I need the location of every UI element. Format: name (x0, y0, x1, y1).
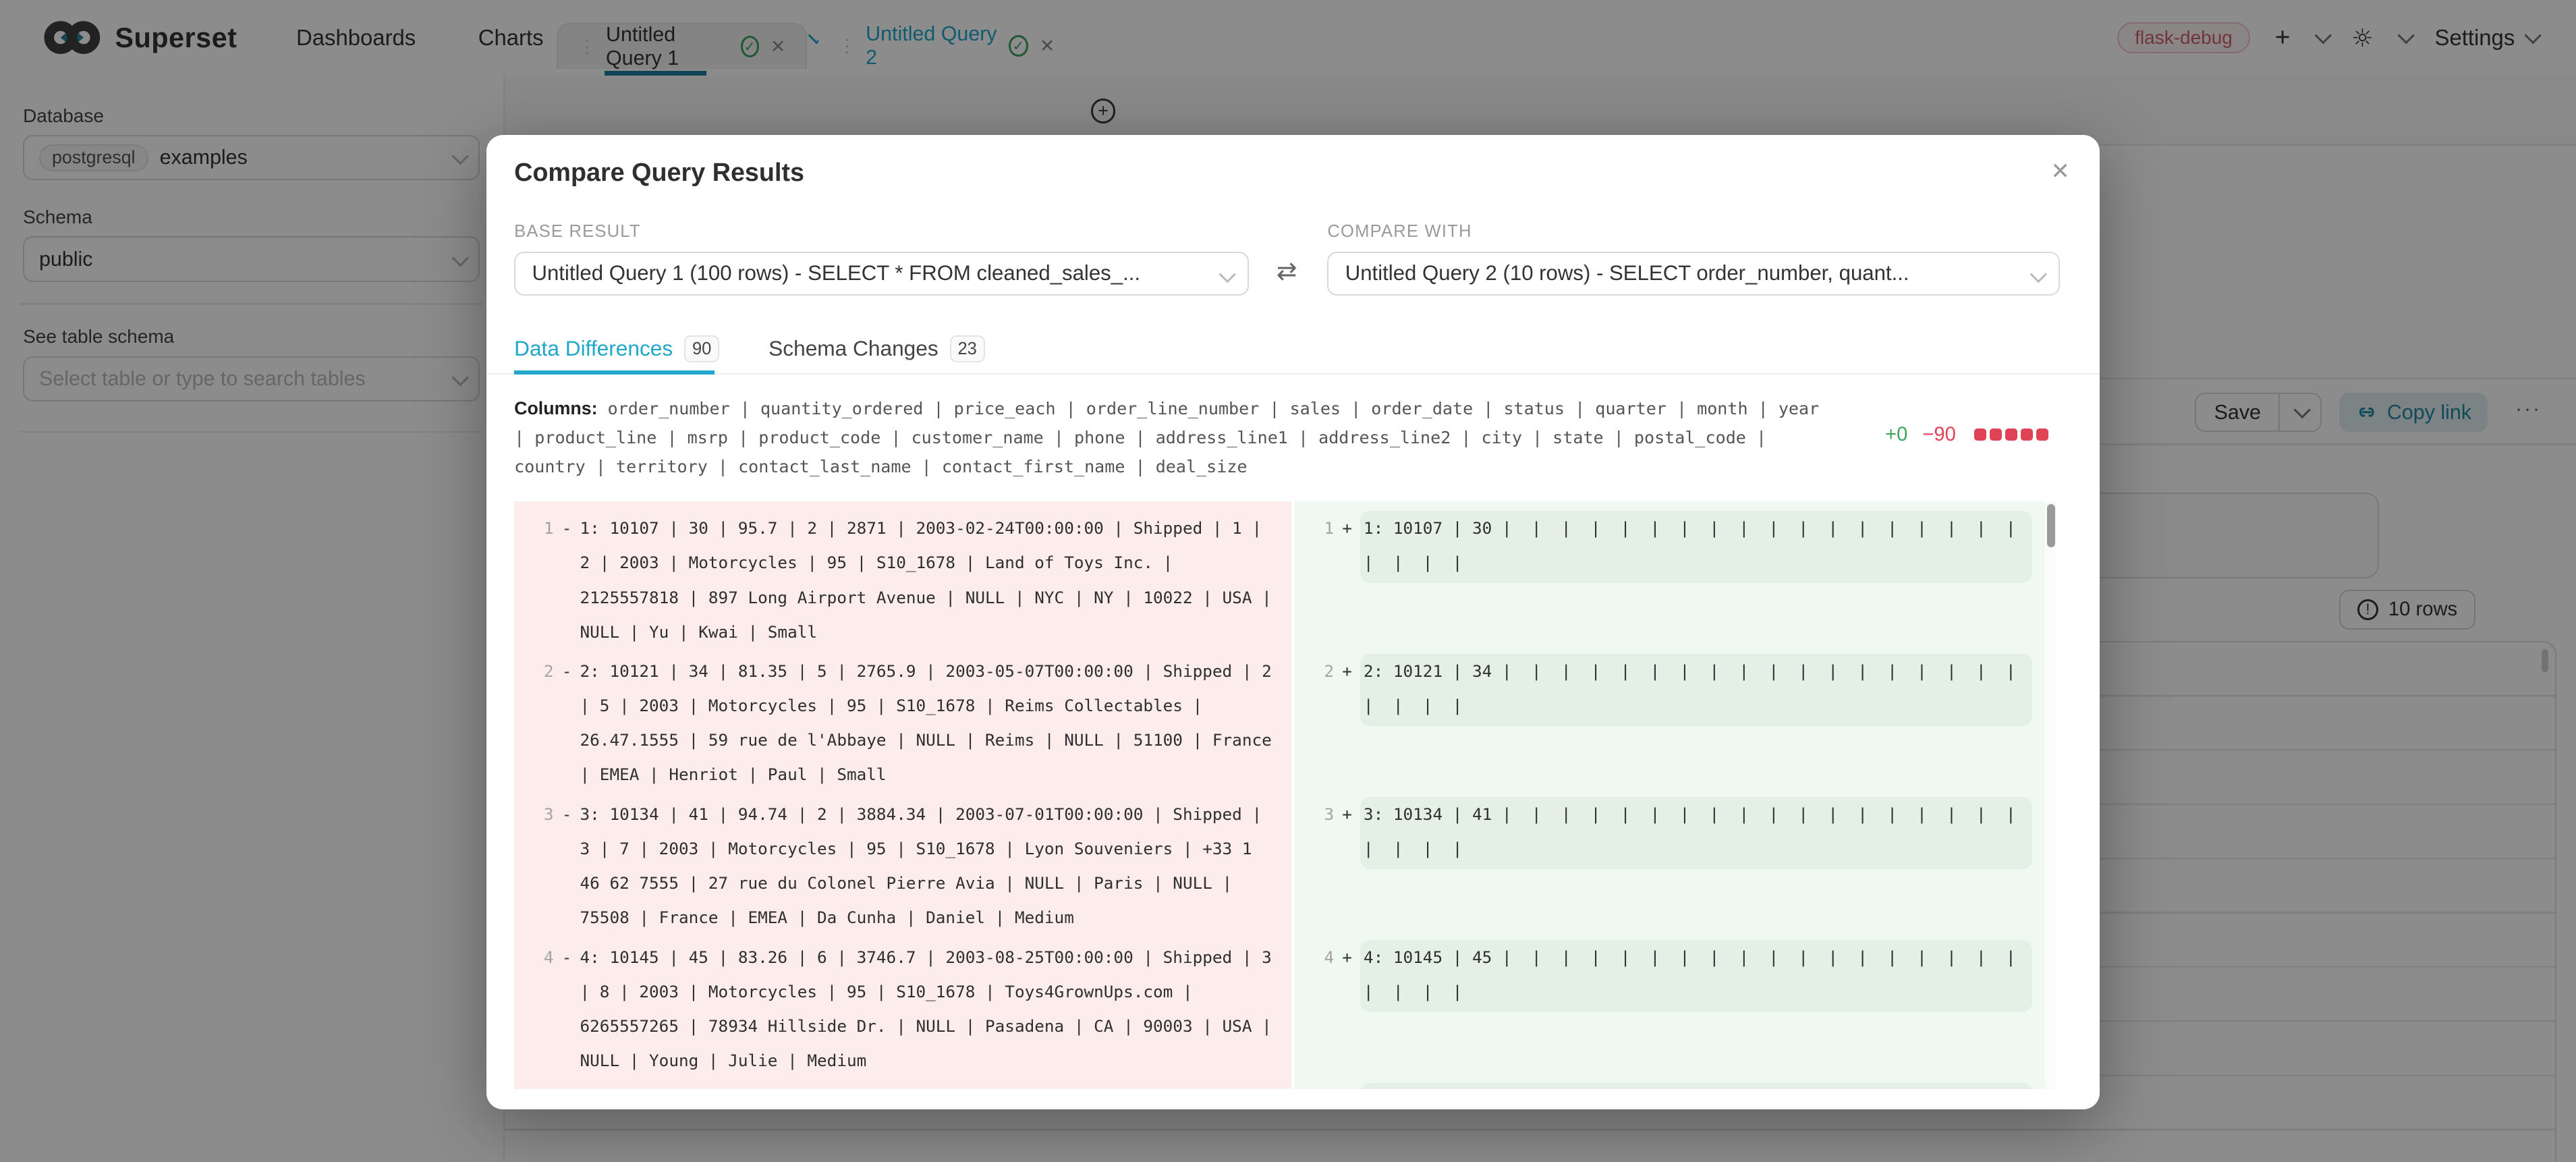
compare-query-results-modal: Compare Query Results ✕ BASE RESULT COMP… (486, 135, 2100, 1109)
diff-removed-row: 2 - 2: 10121 | 34 | 81.35 | 5 | 2765.9 |… (514, 654, 1291, 797)
base-result-label: BASE RESULT (514, 222, 641, 242)
columns-label: Columns: (514, 398, 597, 418)
tab-data-differences[interactable]: Data Differences 90 (514, 335, 719, 363)
close-icon[interactable]: ✕ (2050, 158, 2070, 185)
active-tab-underline (514, 370, 715, 375)
screen: Superset Dashboards Charts Datasets SQL … (0, 0, 2576, 1161)
diff-viewer: 1 - 1: 10107 | 30 | 95.7 | 2 | 2871 | 20… (514, 501, 2056, 1090)
removed-density-blocks (1971, 424, 2049, 446)
diff-removed-row: 1 - 1: 10107 | 30 | 95.7 | 2 | 2871 | 20… (514, 511, 1291, 654)
scrollbar-thumb[interactable] (2047, 504, 2055, 547)
diff-added-row: 2 + 2: 10121 | 34 | | | | | | | | | | | … (1295, 654, 2046, 797)
base-result-select[interactable]: Untitled Query 1 (100 rows) - SELECT * F… (514, 252, 1248, 296)
diff-base-pane: 1 - 1: 10107 | 30 | 95.7 | 2 | 2871 | 20… (514, 501, 1291, 1090)
diff-stats: +0 −90 (1885, 424, 2048, 446)
diff-added-row: 1 + 1: 10107 | 30 | | | | | | | | | | | … (1295, 511, 2046, 654)
diff-added-row: 4 + 4: 10145 | 45 | | | | | | | | | | | … (1295, 940, 2046, 1083)
chevron-down-icon (1219, 266, 1235, 283)
added-count: +0 (1885, 424, 1907, 446)
columns-list: Columns: order_number | quantity_ordered… (514, 394, 1828, 481)
diff-scrollbar[interactable] (2045, 501, 2056, 1090)
diff-compare-pane: 1 + 1: 10107 | 30 | | | | | | | | | | | … (1295, 501, 2046, 1090)
schema-count-badge: 23 (950, 335, 985, 363)
diff-added-row: 3 + 3: 10134 | 41 | | | | | | | | | | | … (1295, 797, 2046, 940)
diff-removed-row: 3 - 3: 10134 | 41 | 94.74 | 2 | 3884.34 … (514, 797, 1291, 940)
tab-schema-changes[interactable]: Schema Changes 23 (768, 335, 984, 363)
chevron-down-icon (2030, 266, 2047, 283)
columns-text: order_number | quantity_ordered | price_… (514, 399, 1819, 476)
divider (486, 373, 2100, 375)
diff-added-row-clipped (1295, 1083, 2046, 1090)
diff-removed-row: 4 - 4: 10145 | 45 | 83.26 | 6 | 3746.7 |… (514, 940, 1291, 1083)
removed-count: −90 (1922, 424, 1956, 446)
swap-icon: ⇄ (1277, 256, 1297, 285)
modal-tabs: Data Differences 90 Schema Changes 23 (514, 335, 985, 363)
compare-with-label: COMPARE WITH (1327, 222, 1472, 242)
modal-title: Compare Query Results (514, 158, 804, 187)
compare-with-select[interactable]: Untitled Query 2 (10 rows) - SELECT orde… (1327, 252, 2060, 296)
diff-count-badge: 90 (684, 335, 719, 363)
